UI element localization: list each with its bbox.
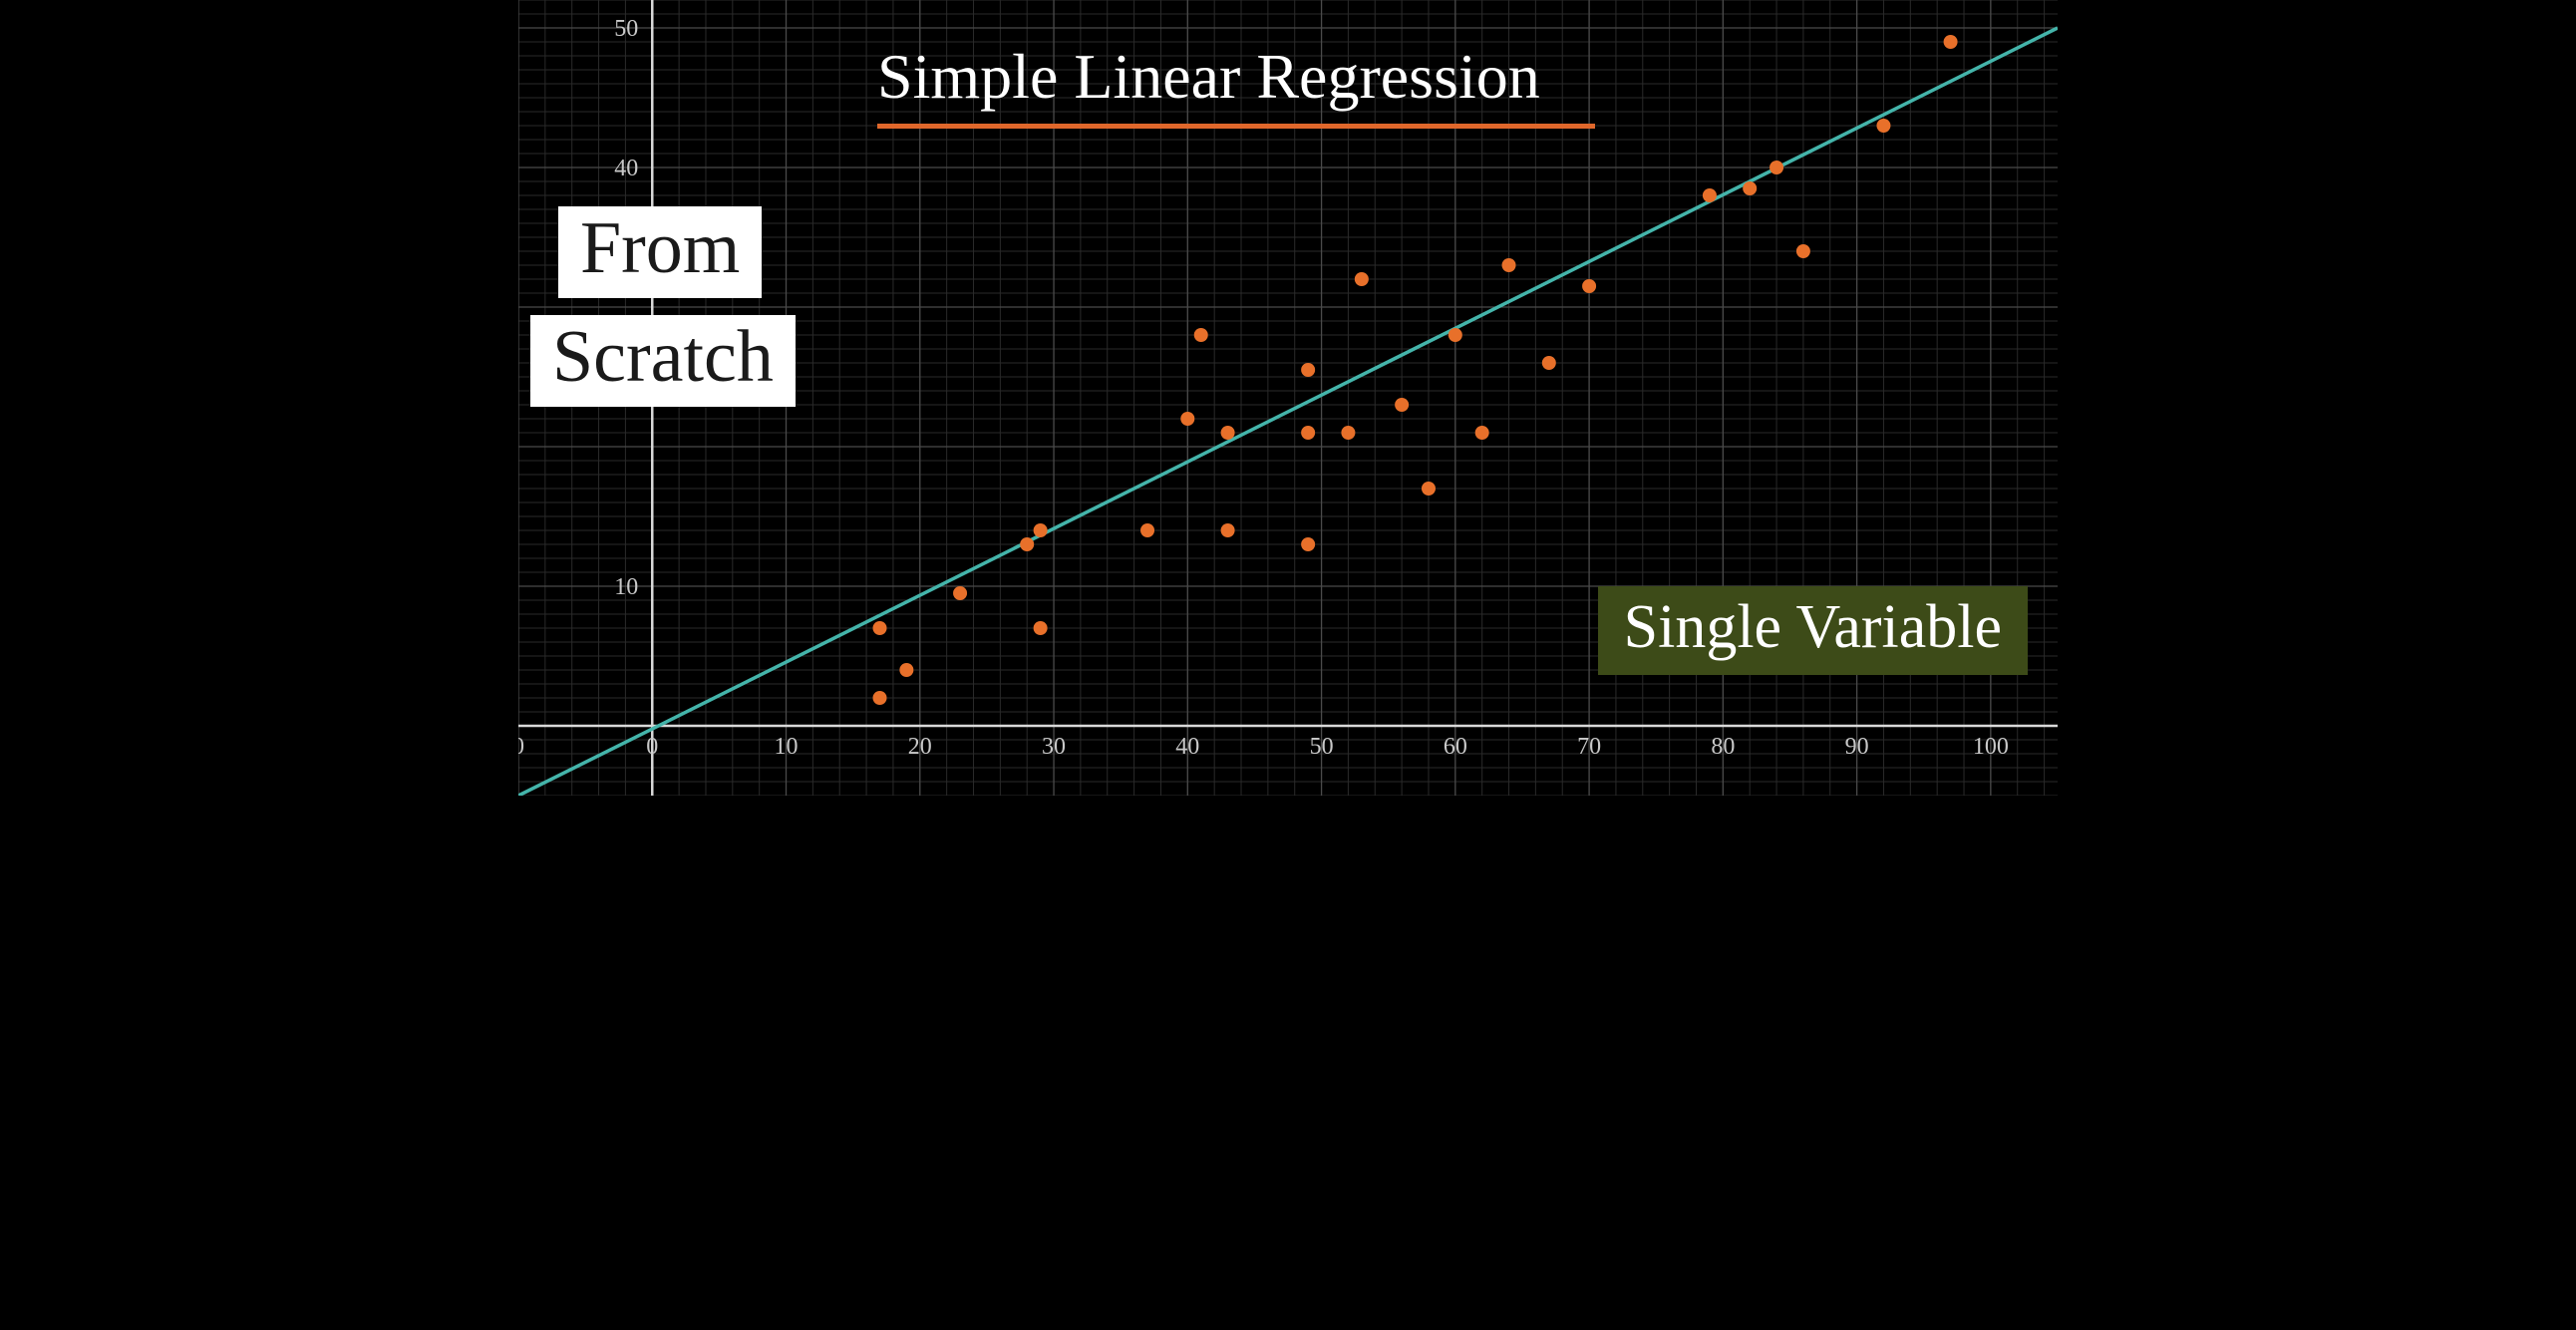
data-point — [1355, 272, 1369, 286]
x-tick-label: 100 — [1973, 734, 2009, 760]
annotation-scratch: Scratch — [530, 315, 796, 407]
y-tick-label: 40 — [614, 156, 638, 181]
data-point — [1542, 356, 1556, 370]
data-point — [873, 691, 887, 705]
x-tick-label: 90 — [1845, 734, 1869, 760]
data-point — [1020, 537, 1034, 551]
data-point — [1582, 279, 1596, 293]
y-tick-label: 50 — [614, 16, 638, 42]
title-underline — [877, 124, 1595, 129]
chart-stage: 0 0 10 20 30 40 50 60 70 80 90 100 10 40 50 Simple Li… — [518, 0, 2058, 796]
data-point — [1034, 523, 1048, 537]
data-point — [1395, 398, 1409, 412]
data-point — [1422, 482, 1436, 496]
data-point — [1180, 412, 1194, 426]
data-point — [1301, 537, 1315, 551]
data-point — [1770, 161, 1783, 174]
data-point — [899, 663, 913, 677]
x-tick-label: 50 — [1310, 734, 1334, 760]
x-tick-label: 80 — [1711, 734, 1735, 760]
x-tick-label: 20 — [908, 734, 932, 760]
chart-title: Simple Linear Regression — [877, 40, 1540, 114]
data-point — [1301, 426, 1315, 440]
data-point — [1034, 621, 1048, 635]
x-tick-label: 0 — [518, 734, 524, 760]
data-point — [1796, 244, 1810, 258]
x-tick-label: 0 — [646, 734, 658, 760]
data-point — [1301, 363, 1315, 377]
annotation-from: From — [558, 206, 762, 298]
data-point — [1449, 328, 1462, 342]
badge-single-variable: Single Variable — [1598, 586, 2028, 675]
data-point — [1221, 523, 1235, 537]
data-point — [1140, 523, 1154, 537]
x-tick-label: 30 — [1042, 734, 1066, 760]
data-point — [1703, 188, 1717, 202]
x-tick-label: 60 — [1444, 734, 1467, 760]
data-point — [1876, 119, 1890, 133]
data-point — [1221, 426, 1235, 440]
data-point — [873, 621, 887, 635]
data-point — [1944, 35, 1958, 49]
y-tick-label: 10 — [614, 574, 638, 600]
x-tick-label: 40 — [1175, 734, 1199, 760]
data-point — [1502, 258, 1516, 272]
data-point — [1475, 426, 1489, 440]
x-tick-label: 70 — [1577, 734, 1601, 760]
regression-line — [518, 28, 2058, 796]
data-point — [1743, 181, 1757, 195]
data-point — [1194, 328, 1208, 342]
data-point — [953, 586, 967, 600]
x-tick-label: 10 — [775, 734, 799, 760]
data-point — [1341, 426, 1355, 440]
